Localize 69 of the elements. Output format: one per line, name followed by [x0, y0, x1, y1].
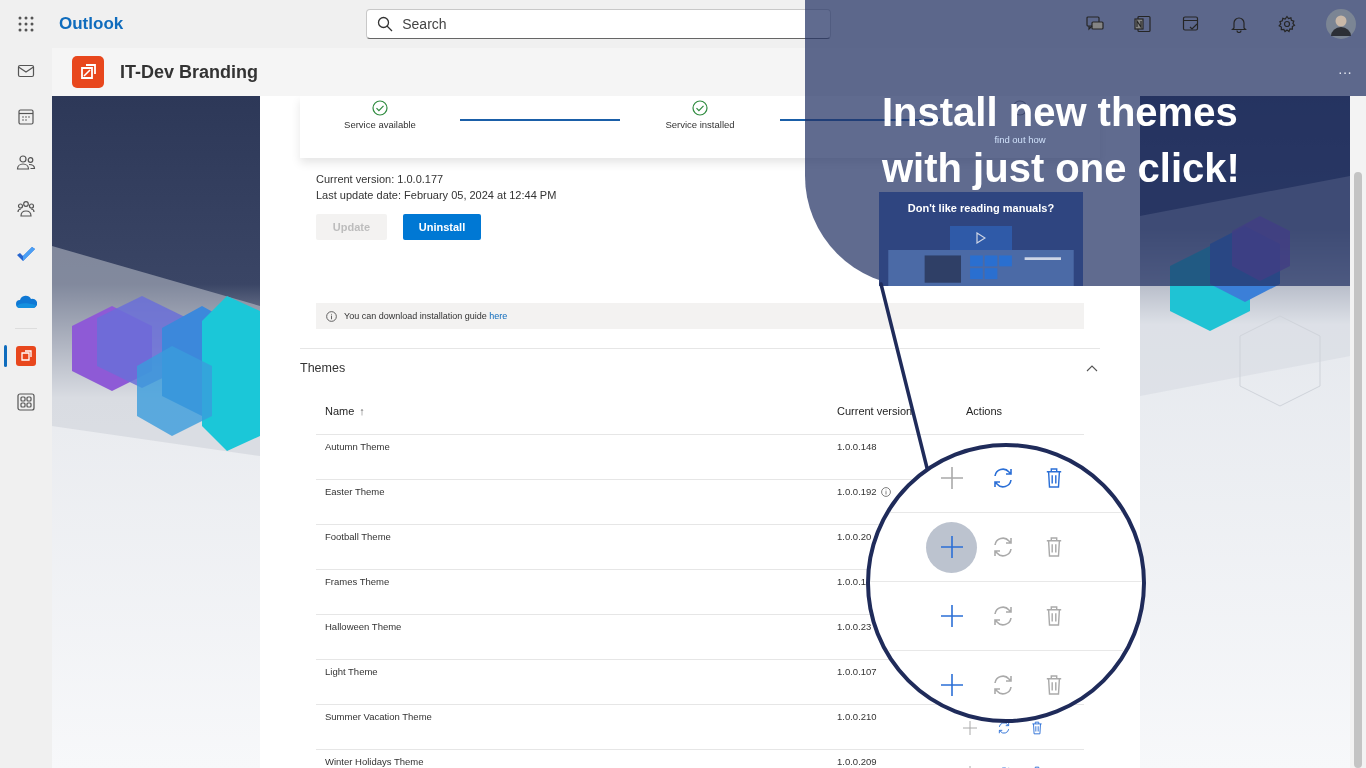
column-header[interactable]: Current version	[837, 404, 913, 417]
theme-name: Light Theme	[325, 666, 378, 677]
play-button[interactable]	[950, 226, 1012, 250]
version-text: Current version: 1.0.0.177	[316, 172, 444, 187]
version-cell: 1.0.0.210	[837, 711, 877, 722]
guide-link[interactable]: here	[489, 311, 508, 321]
info-icon[interactable]	[880, 487, 891, 497]
callout-headline: Install new themes	[882, 92, 1238, 132]
settings-icon[interactable]	[1278, 15, 1296, 33]
people-icon	[16, 154, 36, 172]
version-cell: 1.0.0.1	[837, 576, 867, 587]
version-cell: 1.0.0.192	[837, 486, 877, 497]
mail-icon	[17, 62, 35, 80]
theme-name: Autumn Theme	[325, 441, 390, 452]
bell-icon[interactable]	[1230, 15, 1248, 33]
search-input[interactable]: Search	[400, 15, 785, 33]
video-preview[interactable]: Don't like reading manuals?	[879, 192, 1083, 286]
theme-name: Summer Vacation Theme	[325, 711, 432, 722]
more-button[interactable]: ···	[1338, 64, 1352, 80]
app-logo-icon	[16, 346, 36, 366]
sync-icon[interactable]	[997, 721, 1011, 735]
play-icon	[976, 231, 986, 244]
version-cell: 1.0.0.209	[837, 756, 877, 767]
scrollbar[interactable]	[1350, 96, 1366, 768]
app-name[interactable]: Outlook	[59, 14, 124, 34]
theme-name: Football Theme	[325, 531, 391, 542]
calendar-icon	[17, 108, 35, 126]
callout-headline: with just one click!	[882, 148, 1240, 188]
add-icon	[940, 467, 963, 489]
chat-icon[interactable]	[1086, 15, 1104, 33]
version-cell: 1.0.0.107	[837, 666, 877, 677]
version-cell: 1.0.0.23	[837, 621, 872, 632]
theme-name: Easter Theme	[325, 486, 385, 497]
theme-name: Halloween Theme	[325, 621, 402, 632]
add-icon	[940, 536, 963, 558]
step-label: Service available	[344, 119, 416, 130]
update-date-text: Last update date: February 05, 2024 at 12:44 PM	[316, 188, 557, 203]
add-icon	[940, 605, 963, 627]
sort-arrow: ↑	[359, 404, 365, 417]
version-cell: 1.0.0.20	[837, 531, 872, 542]
find-out-link[interactable]: find out how	[994, 134, 1046, 145]
chevron-icon[interactable]	[1086, 364, 1098, 372]
apps-icon	[17, 393, 35, 411]
trash-icon[interactable]	[1044, 605, 1063, 627]
step-label: Service installed	[665, 119, 735, 130]
trash-icon[interactable]	[1044, 536, 1063, 558]
app-logo-icon	[72, 56, 104, 88]
group-icon	[16, 199, 36, 219]
version-cell: 1.0.0.148	[837, 441, 877, 452]
checkmark-icon	[16, 246, 36, 264]
trash-icon[interactable]	[1044, 674, 1063, 696]
task-icon[interactable]	[1182, 15, 1200, 33]
trash-icon[interactable]	[1044, 467, 1063, 489]
uninstall-button[interactable]: Uninstall	[403, 214, 481, 240]
theme-name: Frames Theme	[325, 576, 390, 587]
app-title: IT-Dev Branding	[120, 61, 258, 83]
search-icon	[377, 16, 394, 32]
trash-icon[interactable]	[1031, 721, 1043, 735]
cloud-icon	[15, 293, 37, 309]
app-launcher-icon[interactable]	[18, 16, 34, 32]
notebook-icon[interactable]	[1134, 15, 1152, 33]
column-header[interactable]: Actions	[966, 404, 1003, 417]
section-title: Themes	[300, 361, 346, 375]
info-icon	[326, 310, 337, 322]
add-icon	[940, 674, 963, 696]
info-text: You can download installation guide here	[344, 311, 508, 321]
column-header[interactable]: Name	[325, 404, 355, 417]
theme-name: Winter Holidays Theme	[325, 756, 424, 767]
video-title: Don't like reading manuals?	[907, 202, 1055, 214]
